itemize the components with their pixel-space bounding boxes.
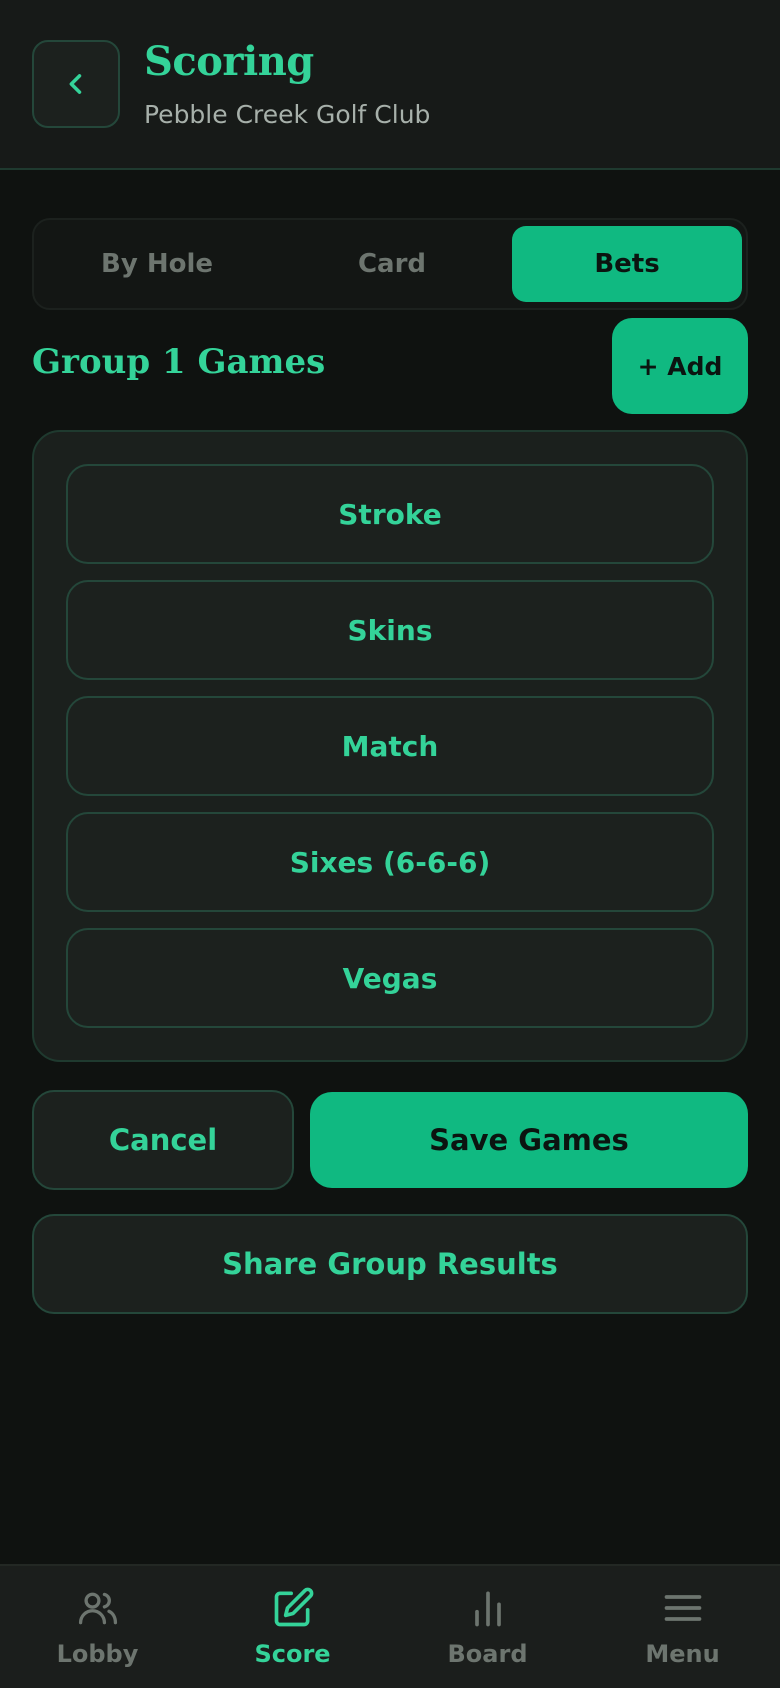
chevron-left-icon — [69, 74, 82, 94]
cancel-button[interactable]: Cancel — [32, 1090, 294, 1190]
nav-lobby-label: Lobby — [56, 1640, 139, 1668]
share-results-button[interactable]: Share Group Results — [32, 1214, 748, 1314]
add-game-button[interactable]: + Add — [612, 318, 748, 414]
bottom-nav: Lobby Score Board Menu — [0, 1564, 780, 1688]
course-name: Pebble Creek Golf Club — [144, 100, 431, 129]
game-match-button[interactable]: Match — [66, 696, 714, 796]
nav-board[interactable]: Board — [390, 1566, 585, 1688]
nav-board-label: Board — [447, 1640, 528, 1668]
tab-bets[interactable]: Bets — [512, 226, 742, 302]
app-root: Scoring Pebble Creek Golf Club By Hole C… — [0, 0, 780, 1688]
nav-score-label: Score — [254, 1640, 331, 1668]
nav-score[interactable]: Score — [195, 1566, 390, 1688]
header: Scoring Pebble Creek Golf Club — [0, 0, 780, 170]
game-skins-button[interactable]: Skins — [66, 580, 714, 680]
tab-by-hole[interactable]: By Hole — [42, 226, 272, 302]
bar-chart-icon — [474, 1591, 501, 1627]
game-sixes-button[interactable]: Sixes (6-6-6) — [66, 812, 714, 912]
nav-menu[interactable]: Menu — [585, 1566, 780, 1688]
game-vegas-button[interactable]: Vegas — [66, 928, 714, 1028]
section-title: Group 1 Games — [32, 342, 326, 382]
menu-icon — [664, 1595, 701, 1621]
save-games-button[interactable]: Save Games — [310, 1092, 748, 1188]
tab-card[interactable]: Card — [277, 226, 507, 302]
edit-icon — [274, 1587, 313, 1627]
scoring-tabs: By Hole Card Bets — [32, 218, 748, 310]
nav-lobby[interactable]: Lobby — [0, 1566, 195, 1688]
nav-menu-label: Menu — [645, 1640, 720, 1668]
back-button[interactable] — [32, 40, 120, 128]
page-title: Scoring — [144, 38, 314, 85]
game-stroke-button[interactable]: Stroke — [66, 464, 714, 564]
games-panel: Stroke Skins Match Sixes (6-6-6) Vegas — [32, 430, 748, 1062]
users-icon — [78, 1592, 117, 1625]
